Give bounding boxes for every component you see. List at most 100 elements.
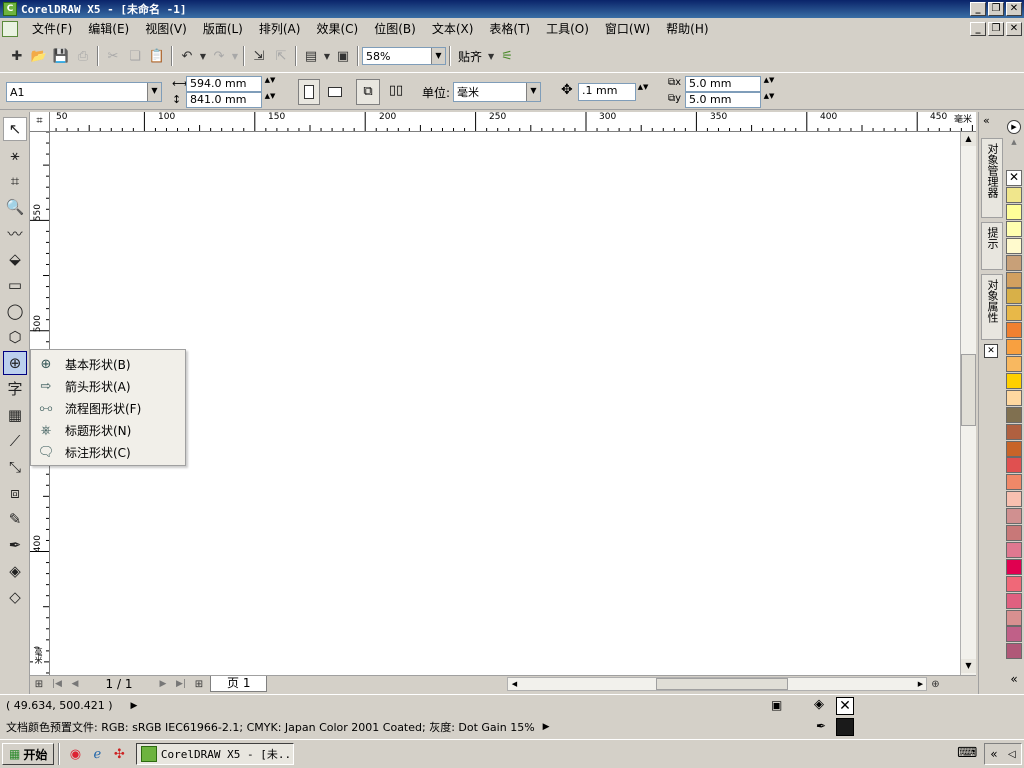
hints-tab[interactable]: 提示 bbox=[981, 222, 1003, 270]
palette-swatch[interactable] bbox=[1006, 288, 1022, 305]
options-icon[interactable]: ⚟ bbox=[496, 45, 518, 67]
object-manager-tab[interactable]: 对象管理器 bbox=[981, 138, 1003, 218]
add-page-before-icon[interactable]: ⊞ bbox=[30, 673, 48, 695]
palette-swatch[interactable] bbox=[1006, 558, 1022, 575]
doc-close-button[interactable]: ✕ bbox=[1006, 22, 1022, 36]
horizontal-ruler[interactable]: 50 100 150 200 250 300 350 400 450 毫米 bbox=[30, 112, 976, 132]
fill-indicator-none[interactable]: ✕ bbox=[836, 697, 854, 715]
nudge-spinner[interactable]: ▲▼ bbox=[637, 83, 649, 101]
last-page-icon[interactable]: ▶| bbox=[172, 673, 190, 695]
units-combo[interactable]: 毫米 ▼ bbox=[453, 82, 541, 102]
open-icon[interactable]: 📂 bbox=[28, 45, 50, 67]
next-page-icon[interactable]: ▶ bbox=[154, 673, 172, 695]
rectangle-tool-icon[interactable]: ▭ bbox=[3, 273, 27, 297]
flyout-item-flowchart-shapes[interactable]: ⧟ 流程图形状(F) bbox=[31, 397, 185, 419]
undo-icon[interactable]: ↶ bbox=[176, 45, 198, 67]
redo-icon[interactable]: ↷ bbox=[208, 45, 230, 67]
interactive-fill-tool-icon[interactable]: ◇ bbox=[3, 585, 27, 609]
text-tool-icon[interactable]: 字 bbox=[3, 376, 27, 400]
palette-swatch[interactable] bbox=[1006, 372, 1022, 389]
outline-tool-icon[interactable]: ✒ bbox=[3, 533, 27, 557]
palette-swatch[interactable] bbox=[1006, 626, 1022, 643]
application-launcher-icon[interactable]: ▤ bbox=[300, 45, 322, 67]
palette-swatch[interactable] bbox=[1006, 643, 1022, 660]
palette-swatch[interactable] bbox=[1006, 187, 1022, 203]
menu-edit[interactable]: 编辑(E) bbox=[80, 18, 137, 40]
vertical-scrollbar[interactable]: ▲ ▼ bbox=[960, 132, 976, 675]
ruler-origin-icon[interactable]: ⌗ bbox=[30, 112, 50, 132]
import-icon[interactable]: ⇲ bbox=[248, 45, 270, 67]
palette-expand-icon[interactable]: « bbox=[1006, 668, 1022, 690]
close-button[interactable]: ✕ bbox=[1006, 2, 1022, 16]
ellipse-tool-icon[interactable]: ◯ bbox=[3, 299, 27, 323]
page-size-combo[interactable]: A1 ▼ bbox=[6, 82, 162, 102]
palette-swatch[interactable] bbox=[1006, 254, 1022, 271]
menu-table[interactable]: 表格(T) bbox=[481, 18, 538, 40]
height-spinner[interactable]: ▲▼ bbox=[264, 92, 276, 108]
smart-fill-tool-icon[interactable]: ⬙ bbox=[3, 247, 27, 271]
pick-tool-icon[interactable]: ↖ bbox=[3, 117, 27, 141]
menu-help[interactable]: 帮助(H) bbox=[658, 18, 716, 40]
flyout-item-callout-shapes[interactable]: 🗨 标注形状(C) bbox=[31, 441, 185, 463]
doc-minimize-button[interactable]: _ bbox=[970, 22, 986, 36]
paste-icon[interactable]: 📋 bbox=[146, 45, 168, 67]
landscape-button[interactable] bbox=[324, 79, 346, 105]
undo-dropdown-icon[interactable]: ▼ bbox=[198, 45, 208, 67]
close-docker-icon[interactable]: ✕ bbox=[984, 344, 998, 358]
launcher-dropdown-icon[interactable]: ▼ bbox=[322, 45, 332, 67]
quicklaunch-app-icon[interactable]: ✣ bbox=[108, 743, 130, 765]
duplicate-x-field[interactable]: 5.0 mm bbox=[685, 76, 761, 92]
first-page-icon[interactable]: |◀ bbox=[48, 673, 66, 695]
current-page-icon[interactable]: ▯▯ bbox=[384, 79, 408, 105]
palette-swatch[interactable] bbox=[1006, 609, 1022, 626]
palette-swatch[interactable] bbox=[1006, 474, 1022, 491]
all-pages-icon[interactable]: ⧉ bbox=[356, 79, 380, 105]
freehand-tool-icon[interactable]: 〰 bbox=[3, 221, 27, 245]
expand-status-icon[interactable]: ▶ bbox=[131, 701, 138, 711]
zoom-navigator-icon[interactable]: ⊕ bbox=[927, 673, 943, 695]
palette-swatch[interactable] bbox=[1006, 491, 1022, 508]
add-page-after-icon[interactable]: ⊞ bbox=[190, 673, 208, 695]
cut-icon[interactable]: ✂ bbox=[102, 45, 124, 67]
no-color-swatch[interactable]: ✕ bbox=[1006, 170, 1022, 186]
menu-bitmaps[interactable]: 位图(B) bbox=[366, 18, 424, 40]
duplicate-y-field[interactable]: 5.0 mm bbox=[685, 92, 761, 108]
palette-swatch[interactable] bbox=[1006, 440, 1022, 457]
palette-swatch[interactable] bbox=[1006, 389, 1022, 406]
document-info-icon[interactable]: ▣ bbox=[771, 698, 782, 712]
minimize-button[interactable]: _ bbox=[970, 2, 986, 16]
ie-icon[interactable]: ℯ bbox=[86, 743, 108, 765]
crop-tool-icon[interactable]: ⌗ bbox=[3, 169, 27, 193]
palette-swatch[interactable] bbox=[1006, 508, 1022, 525]
fill-tool-icon[interactable]: ◈ bbox=[3, 559, 27, 583]
shape-tool-icon[interactable]: ⚹ bbox=[3, 143, 27, 167]
width-spinner[interactable]: ▲▼ bbox=[264, 76, 276, 92]
horizontal-scroll-thumb[interactable] bbox=[656, 678, 789, 690]
palette-swatch[interactable] bbox=[1006, 575, 1022, 592]
scroll-left-icon[interactable]: ◀ bbox=[508, 678, 520, 690]
palette-swatch[interactable] bbox=[1006, 592, 1022, 609]
menu-file[interactable]: 文件(F) bbox=[24, 18, 80, 40]
restore-button[interactable]: ❐ bbox=[988, 2, 1004, 16]
palette-swatch[interactable] bbox=[1006, 322, 1022, 339]
flyout-item-basic-shapes[interactable]: ⊕ 基本形状(B) bbox=[31, 353, 185, 375]
scroll-down-icon[interactable]: ▼ bbox=[961, 659, 976, 673]
vertical-scroll-thumb[interactable] bbox=[961, 354, 976, 426]
palette-swatch[interactable] bbox=[1006, 203, 1022, 220]
scroll-right-icon[interactable]: ▶ bbox=[914, 678, 926, 690]
doc-restore-button[interactable]: ❐ bbox=[988, 22, 1004, 36]
new-icon[interactable]: ✚ bbox=[6, 45, 28, 67]
horizontal-scrollbar[interactable]: ◀ ▶ bbox=[507, 677, 928, 691]
dup-x-spinner[interactable]: ▲▼ bbox=[763, 76, 775, 92]
palette-swatch[interactable] bbox=[1006, 271, 1022, 288]
connector-tool-icon[interactable]: ⤡ bbox=[3, 455, 27, 479]
document-icon[interactable] bbox=[2, 21, 18, 37]
eyedropper-tool-icon[interactable]: ✎ bbox=[3, 507, 27, 531]
zoom-tool-icon[interactable]: 🔍 bbox=[3, 195, 27, 219]
palette-swatch[interactable] bbox=[1006, 237, 1022, 254]
collapse-docker-icon[interactable]: « bbox=[983, 114, 990, 127]
palette-swatch[interactable] bbox=[1006, 305, 1022, 322]
palette-swatch[interactable] bbox=[1006, 220, 1022, 237]
page-tab-1[interactable]: 页 1 bbox=[210, 676, 268, 692]
tray-expand-icon[interactable]: « bbox=[990, 747, 997, 761]
